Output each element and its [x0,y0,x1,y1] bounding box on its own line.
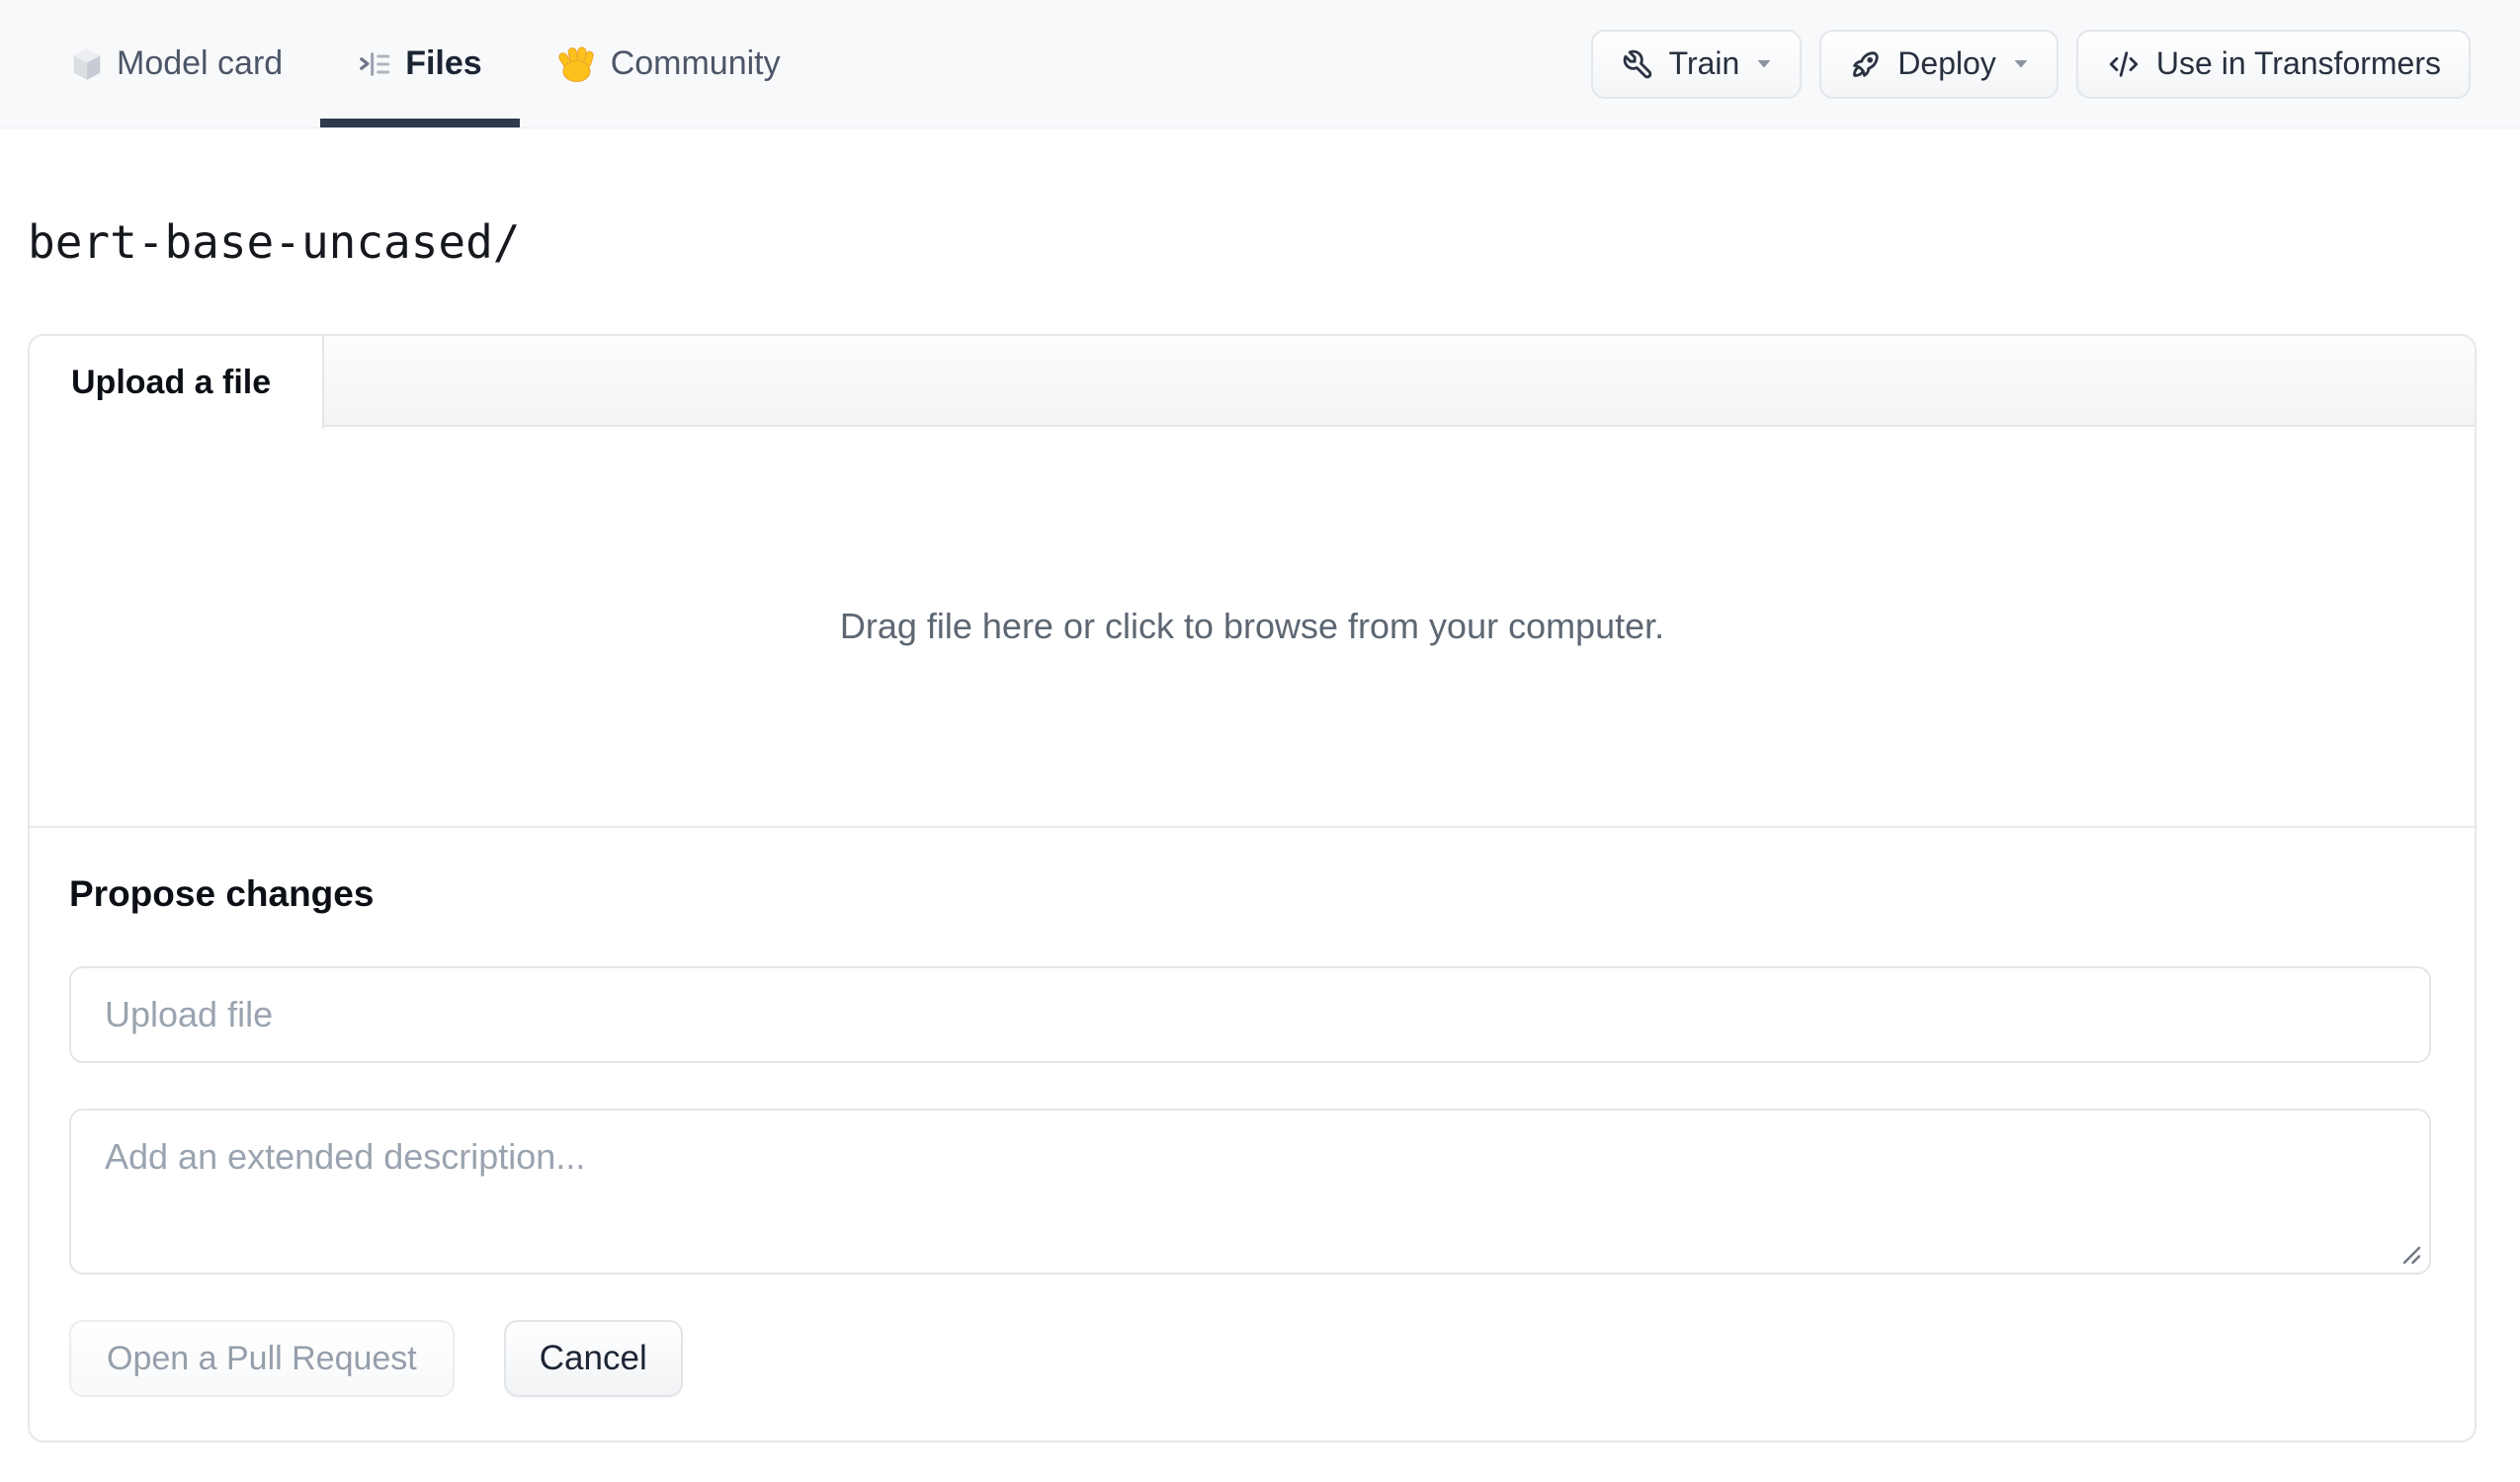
tab-community[interactable]: Community [520,0,818,127]
train-button-label: Train [1668,45,1740,81]
propose-changes-heading: Propose changes [69,873,375,914]
extended-description-textarea[interactable] [69,1109,2431,1275]
file-versions-icon [358,47,391,81]
train-button[interactable]: Train [1590,29,1803,99]
code-icon [2106,47,2142,81]
dropzone-hint-text: Drag file here or click to browse from y… [839,606,1665,646]
propose-changes-section: Propose changes Open a Pull Request Canc… [30,826,2475,1441]
cancel-button[interactable]: Cancel [503,1320,683,1397]
tab-community-label: Community [610,44,781,82]
tab-upload-a-file[interactable]: Upload a file [30,336,324,429]
deploy-button[interactable]: Deploy [1819,29,2058,99]
wrench-icon [1621,47,1654,81]
tab-files[interactable]: Files [320,0,520,127]
repo-tabs: Model card Files Community [34,0,818,127]
cube-icon [71,46,103,82]
upload-file-card: Upload a file Drag file here or click to… [28,334,2477,1442]
description-field-wrap [69,1109,2431,1275]
deploy-button-label: Deploy [1897,45,1996,81]
upload-filename-input[interactable] [69,966,2431,1063]
tab-model-card-label: Model card [117,44,284,82]
tab-files-label: Files [405,44,482,82]
active-tab-underline [320,119,520,127]
use-in-transformers-button[interactable]: Use in Transformers [2075,29,2471,99]
repo-header-nav: Model card Files Community Train Deploy … [0,0,2520,128]
breadcrumb[interactable]: bert-base-uncased/ [28,215,521,269]
upload-card-tabbar: Upload a file [30,336,2475,429]
chevron-down-icon [2013,59,2029,69]
use-in-transformers-label: Use in Transformers [2155,45,2441,81]
file-dropzone[interactable]: Drag file here or click to browse from y… [30,427,2475,826]
repo-action-buttons: Train Deploy Use in Transformers [1590,0,2471,127]
textarea-resize-handle[interactable] [2396,1240,2422,1266]
chevron-down-icon [1756,59,1772,69]
propose-actions-row: Open a Pull Request Cancel [69,1320,2431,1397]
tab-model-card[interactable]: Model card [34,0,320,127]
rocket-icon [1849,47,1883,81]
open-pull-request-button[interactable]: Open a Pull Request [69,1320,455,1397]
waving-hand-icon [557,44,597,84]
